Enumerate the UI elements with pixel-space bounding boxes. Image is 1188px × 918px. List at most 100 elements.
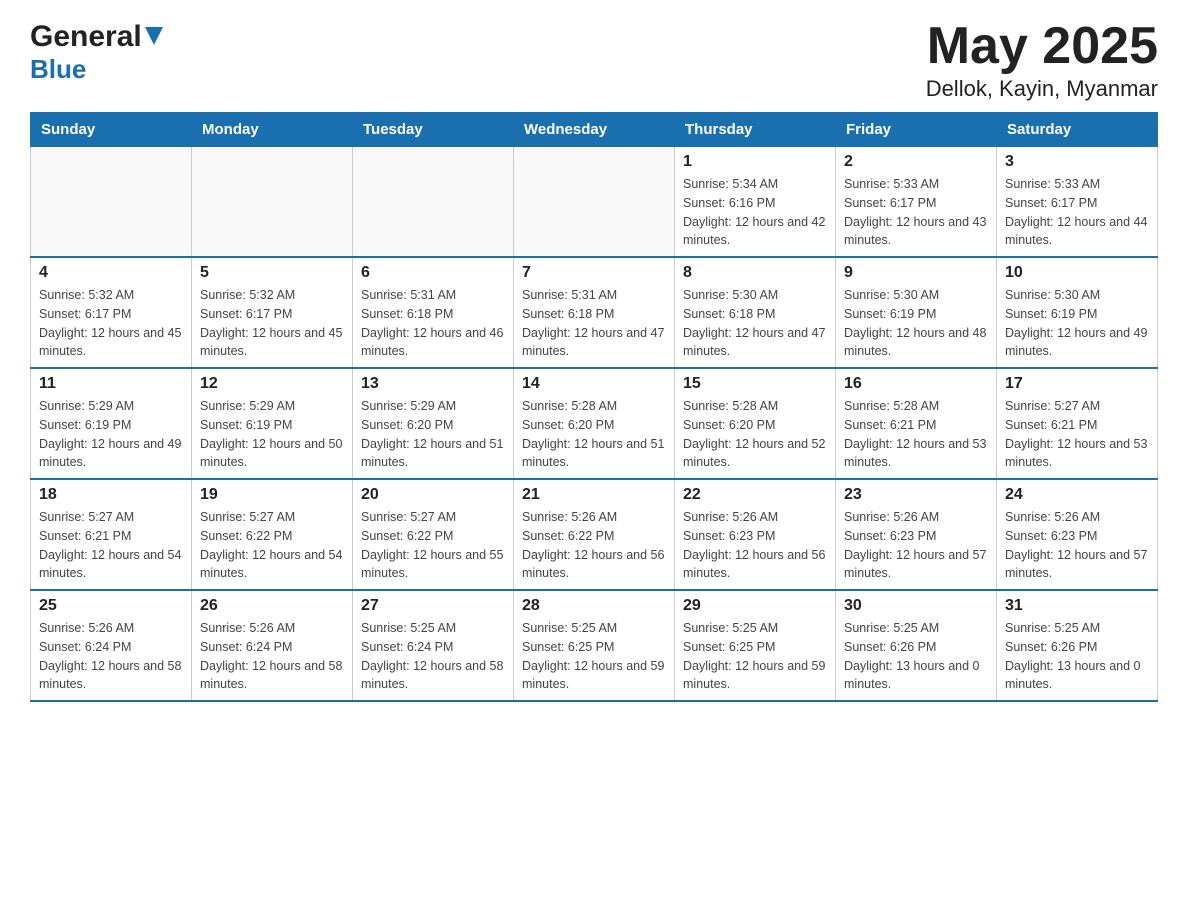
page-header: General Blue May 2025 Dellok, Kayin, Mya… bbox=[30, 20, 1158, 102]
table-row: 1Sunrise: 5:34 AMSunset: 6:16 PMDaylight… bbox=[675, 147, 836, 258]
day-info: Sunrise: 5:25 AMSunset: 6:25 PMDaylight:… bbox=[683, 619, 827, 694]
day-info: Sunrise: 5:26 AMSunset: 6:23 PMDaylight:… bbox=[844, 508, 988, 583]
day-info: Sunrise: 5:32 AMSunset: 6:17 PMDaylight:… bbox=[200, 286, 344, 361]
col-friday: Friday bbox=[836, 113, 997, 147]
day-number: 15 bbox=[683, 375, 827, 393]
day-number: 13 bbox=[361, 375, 505, 393]
day-number: 4 bbox=[39, 264, 183, 282]
table-row: 20 Sunrise: 5:27 AMSunset: 6:22 PMDayligh… bbox=[353, 479, 514, 590]
table-row: 7 Sunrise: 5:31 AMSunset: 6:18 PMDaylight… bbox=[514, 257, 675, 368]
day-number: 28 bbox=[522, 597, 666, 615]
table-row bbox=[192, 147, 353, 258]
col-saturday: Saturday bbox=[997, 113, 1158, 147]
table-row bbox=[514, 147, 675, 258]
day-info: Sunrise: 5:25 AMSunset: 6:25 PMDaylight:… bbox=[522, 619, 666, 694]
day-info: Sunrise: 5:26 AMSunset: 6:23 PMDaylight:… bbox=[1005, 508, 1149, 583]
day-info: Sunrise: 5:32 AMSunset: 6:17 PMDaylight:… bbox=[39, 286, 183, 361]
table-row: 3 Sunrise: 5:33 AMSunset: 6:17 PMDaylight… bbox=[997, 147, 1158, 258]
table-row: 9Sunrise: 5:30 AMSunset: 6:19 PMDaylight… bbox=[836, 257, 997, 368]
day-number: 22 bbox=[683, 486, 827, 504]
day-info: Sunrise: 5:31 AMSunset: 6:18 PMDaylight:… bbox=[361, 286, 505, 361]
day-info: Sunrise: 5:28 AMSunset: 6:20 PMDaylight:… bbox=[683, 397, 827, 472]
page-title: May 2025 bbox=[926, 20, 1158, 72]
day-number: 8 bbox=[683, 264, 827, 282]
day-info: Sunrise: 5:25 AMSunset: 6:26 PMDaylight:… bbox=[1005, 619, 1149, 694]
day-number: 7 bbox=[522, 264, 666, 282]
col-monday: Monday bbox=[192, 113, 353, 147]
table-row: 26Sunrise: 5:26 AMSunset: 6:24 PMDayligh… bbox=[192, 590, 353, 701]
day-number: 10 bbox=[1005, 264, 1149, 282]
day-number: 16 bbox=[844, 375, 988, 393]
calendar-table: Sunday Monday Tuesday Wednesday Thursday… bbox=[30, 112, 1158, 702]
calendar-week-row: 25 Sunrise: 5:26 AMSunset: 6:24 PMDayligh… bbox=[31, 590, 1158, 701]
table-row: 5 Sunrise: 5:32 AMSunset: 6:17 PMDaylight… bbox=[192, 257, 353, 368]
day-number: 23 bbox=[844, 486, 988, 504]
calendar-header-row: Sunday Monday Tuesday Wednesday Thursday… bbox=[31, 113, 1158, 147]
day-number: 29 bbox=[683, 597, 827, 615]
day-number: 2 bbox=[844, 153, 988, 171]
day-info: Sunrise: 5:29 AMSunset: 6:19 PMDaylight:… bbox=[200, 397, 344, 472]
day-number: 3 bbox=[1005, 153, 1149, 171]
table-row: 8 Sunrise: 5:30 AMSunset: 6:18 PMDaylight… bbox=[675, 257, 836, 368]
table-row: 18Sunrise: 5:27 AMSunset: 6:21 PMDayligh… bbox=[31, 479, 192, 590]
table-row: 16Sunrise: 5:28 AMSunset: 6:21 PMDayligh… bbox=[836, 368, 997, 479]
table-row: 30Sunrise: 5:25 AMSunset: 6:26 PMDayligh… bbox=[836, 590, 997, 701]
day-number: 12 bbox=[200, 375, 344, 393]
day-info: Sunrise: 5:30 AMSunset: 6:18 PMDaylight:… bbox=[683, 286, 827, 361]
day-info: Sunrise: 5:27 AMSunset: 6:22 PMDaylight:… bbox=[200, 508, 344, 583]
table-row: 10 Sunrise: 5:30 AMSunset: 6:19 PMDayligh… bbox=[997, 257, 1158, 368]
calendar-week-row: 4 Sunrise: 5:32 AMSunset: 6:17 PMDaylight… bbox=[31, 257, 1158, 368]
table-row: 29 Sunrise: 5:25 AMSunset: 6:25 PMDayligh… bbox=[675, 590, 836, 701]
day-number: 20 bbox=[361, 486, 505, 504]
table-row: 4 Sunrise: 5:32 AMSunset: 6:17 PMDaylight… bbox=[31, 257, 192, 368]
table-row: 17 Sunrise: 5:27 AMSunset: 6:21 PMDayligh… bbox=[997, 368, 1158, 479]
table-row: 21Sunrise: 5:26 AMSunset: 6:22 PMDayligh… bbox=[514, 479, 675, 590]
calendar-week-row: 18Sunrise: 5:27 AMSunset: 6:21 PMDayligh… bbox=[31, 479, 1158, 590]
day-info: Sunrise: 5:28 AMSunset: 6:20 PMDaylight:… bbox=[522, 397, 666, 472]
table-row: 11 Sunrise: 5:29 AMSunset: 6:19 PMDayligh… bbox=[31, 368, 192, 479]
day-info: Sunrise: 5:29 AMSunset: 6:20 PMDaylight:… bbox=[361, 397, 505, 472]
table-row: 6 Sunrise: 5:31 AMSunset: 6:18 PMDaylight… bbox=[353, 257, 514, 368]
day-info: Sunrise: 5:26 AMSunset: 6:23 PMDaylight:… bbox=[683, 508, 827, 583]
table-row: 14Sunrise: 5:28 AMSunset: 6:20 PMDayligh… bbox=[514, 368, 675, 479]
table-row bbox=[31, 147, 192, 258]
day-info: Sunrise: 5:25 AMSunset: 6:24 PMDaylight:… bbox=[361, 619, 505, 694]
day-number: 11 bbox=[39, 375, 183, 393]
day-info: Sunrise: 5:30 AMSunset: 6:19 PMDaylight:… bbox=[1005, 286, 1149, 361]
day-info: Sunrise: 5:26 AMSunset: 6:24 PMDaylight:… bbox=[39, 619, 183, 694]
day-number: 17 bbox=[1005, 375, 1149, 393]
table-row: 27 Sunrise: 5:25 AMSunset: 6:24 PMDayligh… bbox=[353, 590, 514, 701]
day-number: 5 bbox=[200, 264, 344, 282]
day-number: 18 bbox=[39, 486, 183, 504]
table-row bbox=[353, 147, 514, 258]
table-row: 15 Sunrise: 5:28 AMSunset: 6:20 PMDayligh… bbox=[675, 368, 836, 479]
day-info: Sunrise: 5:33 AMSunset: 6:17 PMDaylight:… bbox=[844, 175, 988, 250]
day-info: Sunrise: 5:26 AMSunset: 6:22 PMDaylight:… bbox=[522, 508, 666, 583]
day-number: 31 bbox=[1005, 597, 1149, 615]
day-number: 27 bbox=[361, 597, 505, 615]
day-info: Sunrise: 5:27 AMSunset: 6:21 PMDaylight:… bbox=[1005, 397, 1149, 472]
col-sunday: Sunday bbox=[31, 113, 192, 147]
day-info: Sunrise: 5:33 AMSunset: 6:17 PMDaylight:… bbox=[1005, 175, 1149, 250]
page-subtitle: Dellok, Kayin, Myanmar bbox=[926, 76, 1158, 102]
day-number: 19 bbox=[200, 486, 344, 504]
day-number: 26 bbox=[200, 597, 344, 615]
col-wednesday: Wednesday bbox=[514, 113, 675, 147]
logo-main-text: General bbox=[30, 20, 142, 54]
col-thursday: Thursday bbox=[675, 113, 836, 147]
day-info: Sunrise: 5:29 AMSunset: 6:19 PMDaylight:… bbox=[39, 397, 183, 472]
day-info: Sunrise: 5:27 AMSunset: 6:22 PMDaylight:… bbox=[361, 508, 505, 583]
logo-sub-text: Blue bbox=[30, 54, 86, 84]
table-row: 23 Sunrise: 5:26 AMSunset: 6:23 PMDayligh… bbox=[836, 479, 997, 590]
day-number: 24 bbox=[1005, 486, 1149, 504]
table-row: 31 Sunrise: 5:25 AMSunset: 6:26 PMDayligh… bbox=[997, 590, 1158, 701]
table-row: 19 Sunrise: 5:27 AMSunset: 6:22 PMDayligh… bbox=[192, 479, 353, 590]
day-number: 6 bbox=[361, 264, 505, 282]
day-number: 1 bbox=[683, 153, 827, 171]
calendar-week-row: 11 Sunrise: 5:29 AMSunset: 6:19 PMDayligh… bbox=[31, 368, 1158, 479]
table-row: 24 Sunrise: 5:26 AMSunset: 6:23 PMDayligh… bbox=[997, 479, 1158, 590]
logo: General Blue bbox=[30, 20, 163, 85]
col-tuesday: Tuesday bbox=[353, 113, 514, 147]
day-info: Sunrise: 5:31 AMSunset: 6:18 PMDaylight:… bbox=[522, 286, 666, 361]
day-number: 25 bbox=[39, 597, 183, 615]
